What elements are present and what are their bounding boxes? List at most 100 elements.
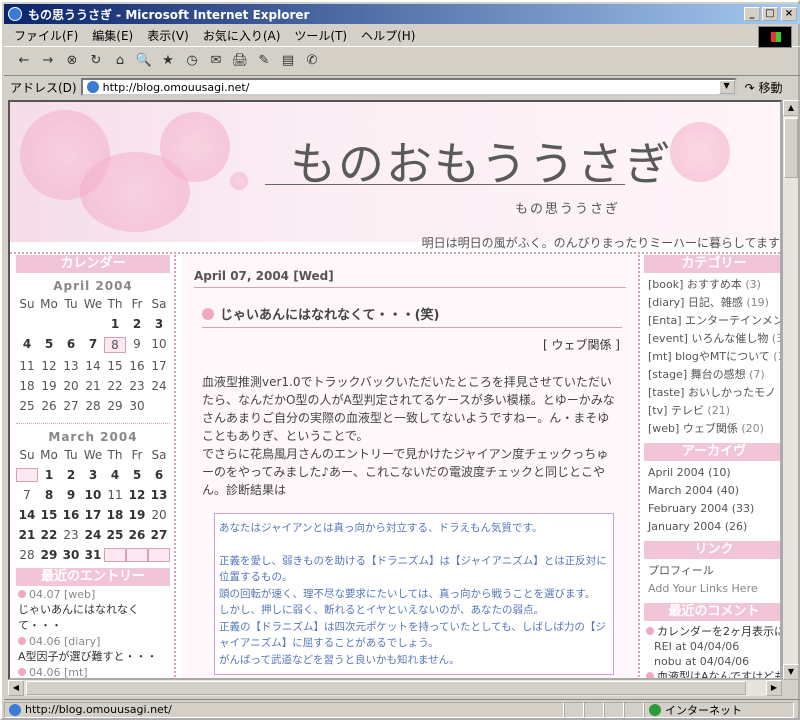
post-title-text[interactable]: じゃいあんにはなれなくて・・・(笑) (220, 304, 440, 323)
stop-icon[interactable]: ⊗ (62, 53, 82, 71)
back-icon[interactable]: ← (14, 53, 34, 71)
refresh-icon[interactable]: ↻ (86, 53, 106, 71)
calendar-day[interactable]: 17 (82, 508, 104, 522)
menu-tools[interactable]: ツール(T) (294, 27, 347, 44)
archive-link[interactable]: January 2004 (26) (648, 519, 780, 535)
entry-link[interactable]: じゃいあんにはなれなくて・・・ (18, 601, 168, 633)
calendar-day[interactable]: 5 (126, 468, 148, 482)
calendar-day[interactable]: 3 (148, 317, 170, 331)
calendar-day[interactable]: 6 (60, 337, 82, 353)
category-link[interactable]: [Enta] エンターテインメント (17) (648, 313, 780, 329)
category-link[interactable]: [book] おすすめ本 (3) (648, 277, 780, 293)
calendar-day[interactable]: 7 (82, 337, 104, 353)
comment-item[interactable]: カレンダーを2ヶ月表示に (646, 625, 780, 639)
link-profile[interactable]: プロフィール (648, 563, 780, 579)
calendar-day[interactable]: 26 (126, 528, 148, 542)
comment-item[interactable]: REI at 04/04/06 (646, 640, 780, 654)
scroll-right-icon[interactable]: ▶ (766, 680, 782, 696)
category-link[interactable]: [diary] 日記、雑感 (19) (648, 295, 780, 311)
archive-link[interactable]: April 2004 (10) (648, 465, 780, 481)
favorites-icon[interactable]: ★ (158, 53, 178, 71)
mail-icon[interactable]: ✉ (206, 53, 226, 71)
calendar-day: 7 (23, 488, 31, 502)
calendar-month-title[interactable]: March 2004 (16, 430, 170, 444)
calendar-day[interactable]: 29 (38, 548, 60, 562)
category-link[interactable]: [mt] blogやMTについて (11) (648, 349, 780, 365)
calendar-day[interactable]: 21 (16, 528, 38, 542)
category-link[interactable]: [stage] 舞台の感想 (7) (648, 367, 780, 383)
category-link[interactable]: [tv] テレビ (21) (648, 403, 780, 419)
scroll-thumb[interactable] (26, 681, 746, 695)
scroll-left-icon[interactable]: ◀ (8, 680, 24, 696)
menu-file[interactable]: ファイル(F) (14, 27, 78, 44)
home-icon[interactable]: ⌂ (110, 53, 130, 71)
scroll-thumb[interactable] (784, 118, 798, 178)
minimize-button[interactable]: _ (744, 7, 760, 21)
list-item: 04.07 [web] じゃいあんにはなれなくて・・・ (18, 588, 168, 633)
maximize-button[interactable]: □ (762, 7, 778, 21)
page-viewport: ものおもううさぎ もの思ううさぎ 明日は明日の風がふく。のんびりまったりミーハー… (8, 100, 782, 680)
messenger-icon[interactable]: ✆ (302, 53, 322, 71)
calendar-day[interactable]: 19 (126, 508, 148, 522)
category-link[interactable]: [event] いろんな催し物 (3) (648, 331, 780, 347)
go-button[interactable]: ↷ 移動 (745, 79, 783, 96)
close-button[interactable]: × (781, 7, 797, 21)
calendar-day[interactable]: 4 (104, 468, 126, 482)
post-title: じゃいあんにはなれなくて・・・(笑) (202, 304, 622, 328)
comment-by: REI at 04/04/06 (654, 640, 740, 653)
print-icon[interactable]: 🖨 (230, 53, 250, 71)
calendar-day[interactable]: 6 (148, 468, 170, 482)
edit-icon[interactable]: ✎ (254, 53, 274, 71)
calendar-day[interactable]: 25 (104, 528, 126, 542)
address-input[interactable]: http://blog.omouusagi.net/ ▼ (80, 78, 737, 96)
calendar-day (148, 548, 170, 562)
calendar-day[interactable]: 24 (82, 528, 104, 542)
scroll-up-icon[interactable]: ▲ (783, 100, 799, 116)
calendar-day[interactable]: 1 (104, 317, 126, 331)
title-underline (265, 184, 625, 185)
archive-link[interactable]: March 2004 (40) (648, 483, 780, 499)
calendar-day[interactable]: 14 (16, 508, 38, 522)
calendar-day[interactable]: 2 (60, 468, 82, 482)
calendar-day[interactable]: 30 (60, 548, 82, 562)
calendar-day[interactable]: 16 (60, 508, 82, 522)
link-add[interactable]: Add Your Links Here (648, 581, 780, 597)
menu-view[interactable]: 表示(V) (147, 27, 189, 44)
calendar-day[interactable]: 18 (104, 508, 126, 522)
calendar-day[interactable]: 22 (38, 528, 60, 542)
scroll-down-icon[interactable]: ▼ (783, 664, 799, 680)
chevron-down-icon[interactable]: ▼ (718, 80, 735, 94)
calendar-day[interactable]: 4 (16, 337, 38, 353)
archive-link[interactable]: February 2004 (33) (648, 501, 780, 517)
category-link[interactable]: [web] ウェブ関係 (20) (648, 421, 780, 437)
menu-favorites[interactable]: お気に入り(A) (203, 27, 281, 44)
calendar-day: 28 (85, 399, 101, 413)
category-link[interactable]: [taste] おいしかったモノ (9) (648, 385, 780, 401)
calendar-day[interactable]: 3 (82, 468, 104, 482)
calendar-day[interactable]: 8 (38, 488, 60, 502)
calendar-day[interactable]: 10 (82, 488, 104, 502)
comment-item[interactable]: 血液型はAなんですけども・・ (646, 670, 780, 678)
calendar-day[interactable]: 27 (148, 528, 170, 542)
entry-link[interactable]: A型因子が選び難すと・・・ (18, 648, 168, 664)
discuss-icon[interactable]: ▤ (278, 53, 298, 71)
search-icon[interactable]: 🔍 (134, 53, 154, 71)
calendar-day[interactable]: 2 (126, 317, 148, 331)
vertical-scrollbar[interactable]: ▲ ▼ (782, 100, 799, 680)
history-icon[interactable]: ◷ (182, 53, 202, 71)
calendar-day[interactable]: 31 (82, 548, 104, 562)
post-category-link[interactable]: [ ウェブ関係 ] (200, 336, 620, 353)
menu-edit[interactable]: 編集(E) (92, 27, 133, 44)
forward-icon[interactable]: → (38, 53, 58, 71)
calendar-day[interactable]: 1 (38, 468, 60, 482)
calendar-day[interactable]: 5 (38, 337, 60, 353)
calendar-day: 23 (129, 379, 145, 393)
calendar-day[interactable]: 9 (60, 488, 82, 502)
calendar-day[interactable]: 13 (148, 488, 170, 502)
comment-item[interactable]: nobu at 04/04/06 (646, 655, 780, 669)
horizontal-scrollbar[interactable]: ◀ ▶ (8, 680, 782, 696)
calendar-day[interactable]: 12 (126, 488, 148, 502)
calendar-day[interactable]: 15 (38, 508, 60, 522)
menu-help[interactable]: ヘルプ(H) (361, 27, 415, 44)
calendar-month-title[interactable]: April 2004 (16, 279, 170, 293)
